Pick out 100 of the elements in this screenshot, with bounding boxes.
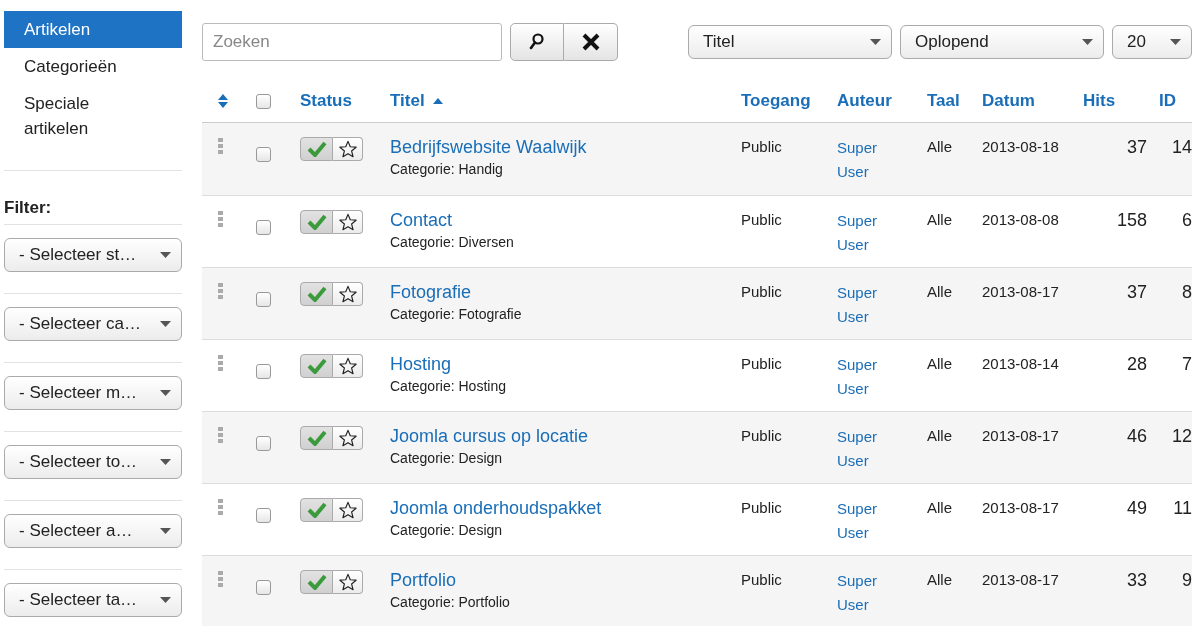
caret-icon [870,39,881,45]
star-icon [338,285,357,303]
featured-toggle[interactable] [333,137,363,161]
id-cell-text: 11 [1173,497,1192,520]
sort-order-dropdown[interactable]: Oplopend [900,25,1104,59]
filter-label: Filter: [4,198,182,225]
search-field[interactable]: Zoeken [202,23,502,61]
article-title-link[interactable]: Joomla cursus op locatie [390,425,589,447]
limit-dropdown[interactable]: 20 [1112,25,1192,59]
check-icon [306,141,327,157]
row-checkbox[interactable] [256,220,271,235]
caret-icon [1170,39,1181,45]
publish-toggle[interactable] [300,137,333,161]
filter-dropdown[interactable]: - Selecteer ta… [4,583,182,617]
language-cell: Alle [927,355,952,372]
drag-handle-icon[interactable] [218,138,223,154]
filter-dropdown[interactable]: - Selecteer to… [4,445,182,479]
category-label: Categorie: Portfolio [390,594,510,610]
row-checkbox[interactable] [256,580,271,595]
sort-field-dropdown[interactable]: Titel [688,25,892,59]
author-link[interactable]: Super User [837,497,893,545]
clear-button[interactable] [564,23,618,61]
select-all-checkbox[interactable] [256,93,271,109]
column-header[interactable]: Datum [982,91,1035,111]
author-link[interactable]: Super User [837,425,893,473]
column-header[interactable]: Auteur [837,91,892,111]
publish-toggle[interactable] [300,210,333,234]
row-checkbox[interactable] [256,364,271,379]
date-cell: 2013-08-18 [982,138,1059,155]
column-header[interactable]: Taal [927,91,960,111]
category-label: Categorie: Handig [390,161,503,177]
star-icon [338,573,357,591]
author-link[interactable]: Super User [837,569,893,617]
article-title-link[interactable]: Hosting [390,353,452,375]
article-title-link[interactable]: Joomla onderhoudspakket [390,497,602,519]
publish-toggle[interactable] [300,354,333,378]
caret-icon [160,459,171,465]
row-checkbox[interactable] [256,508,271,523]
hits-cell-text: 158 [1116,209,1147,232]
date-cell: 2013-08-17 [982,499,1059,516]
article-title-link[interactable]: Fotografie [390,281,472,303]
filter-dropdown[interactable]: - Selecteer st… [4,238,182,272]
star-icon [338,429,357,447]
column-header[interactable]: ID [1159,91,1176,111]
id-cell-text: 8 [1182,281,1192,304]
category-label: Categorie: Design [390,450,503,466]
search-button[interactable] [510,23,564,61]
date-cell: 2013-08-17 [982,571,1059,588]
filter-dropdown[interactable]: - Selecteer a… [4,514,182,548]
sort-icon[interactable] [218,94,228,108]
sidebar-item[interactable]: Categorieën [4,48,182,85]
featured-toggle[interactable] [333,210,363,234]
hits-cell-text: 28 [1126,353,1147,376]
drag-handle-icon[interactable] [218,499,223,515]
featured-toggle[interactable] [333,426,363,450]
language-cell: Alle [927,571,952,588]
category-label: Categorie: Diversen [390,234,514,250]
sidebar-item[interactable]: Artikelen [4,11,182,48]
article-title-link[interactable]: Portfolio [390,569,457,591]
publish-toggle[interactable] [300,426,333,450]
featured-toggle[interactable] [333,498,363,522]
author-link[interactable]: Super User [837,136,893,184]
article-title-link[interactable]: Bedrijfswebsite Waalwijk [390,136,587,158]
column-header[interactable]: Hits [1083,91,1116,111]
close-icon [581,33,600,51]
star-icon [338,140,357,158]
row-checkbox[interactable] [256,292,271,307]
date-cell: 2013-08-14 [982,355,1059,372]
check-icon [306,502,327,518]
featured-toggle[interactable] [333,282,363,306]
author-link[interactable]: Super User [837,353,893,401]
access-cell: Public [741,355,782,372]
featured-toggle[interactable] [333,354,363,378]
featured-toggle[interactable] [333,570,363,594]
star-icon [338,357,357,375]
publish-toggle[interactable] [300,282,333,306]
date-cell: 2013-08-17 [982,427,1059,444]
drag-handle-icon[interactable] [218,283,223,299]
row-checkbox[interactable] [256,147,271,162]
category-label: Categorie: Hosting [390,378,506,394]
drag-handle-icon[interactable] [218,427,223,443]
search-icon [529,33,545,51]
publish-toggle[interactable] [300,570,333,594]
row-checkbox[interactable] [256,436,271,451]
drag-handle-icon[interactable] [218,211,223,227]
access-cell: Public [741,211,782,228]
column-header[interactable]: Status [300,91,352,111]
drag-handle-icon[interactable] [218,571,223,587]
author-link[interactable]: Super User [837,209,893,257]
article-title-link[interactable]: Contact [390,209,453,231]
column-header[interactable]: Titel [390,91,443,111]
drag-handle-icon[interactable] [218,355,223,371]
author-link[interactable]: Super User [837,281,893,329]
column-header[interactable]: Toegang [741,91,811,111]
check-icon [306,214,327,230]
category-label: Categorie: Fotografie [390,306,522,322]
filter-dropdown[interactable]: - Selecteer m… [4,376,182,410]
publish-toggle[interactable] [300,498,333,522]
filter-dropdown[interactable]: - Selecteer ca… [4,307,182,341]
sidebar-item[interactable]: Speciale artikelen [4,85,182,147]
